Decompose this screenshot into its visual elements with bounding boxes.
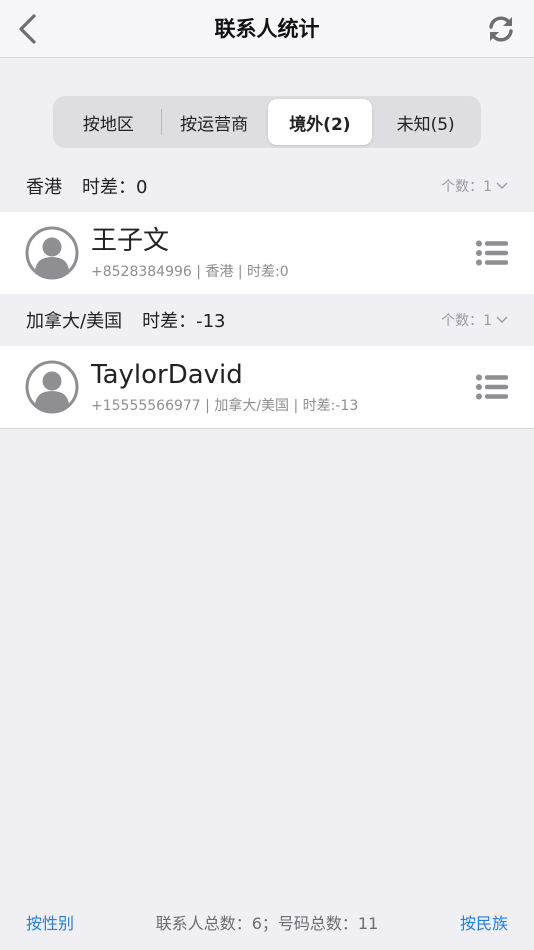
group-time-offset: 时差：0 (82, 177, 148, 198)
group-header: 香港 时差：0 个数：1 (0, 160, 534, 212)
group-count-label: 个数：1 (441, 179, 492, 195)
group-count-label: 个数：1 (441, 313, 492, 329)
segment-by-carrier[interactable]: 按运营商 (162, 99, 267, 145)
list-menu-icon (476, 374, 508, 400)
contact-name: TaylorDavid (91, 360, 243, 390)
refresh-button[interactable] (482, 10, 520, 48)
refresh-icon (489, 16, 513, 42)
footer-bar: 按性别 联系人总数：6；号码总数：11 按民族 (0, 894, 534, 950)
contact-details: +8528384996 | 香港 | 时差:0 (91, 264, 289, 280)
group-count-toggle[interactable]: 个数：1 (441, 176, 508, 196)
by-ethnicity-link[interactable]: 按民族 (460, 910, 508, 934)
contact-info: TaylorDavid +15555566977 | 加拿大/美国 | 时差:-… (91, 359, 472, 415)
list-menu-icon (476, 240, 508, 266)
group-time-offset: 时差：-13 (142, 311, 226, 332)
contact-name: 王子文 (91, 226, 170, 256)
avatar-placeholder-icon (25, 360, 79, 414)
contact-details: +15555566977 | 加拿大/美国 | 时差:-13 (91, 398, 359, 414)
back-button[interactable] (10, 10, 44, 48)
contact-totals: 联系人总数：6；号码总数：11 (155, 914, 379, 933)
region-filter-segmented-control: 按地区 按运营商 境外(2) 未知(5) (53, 96, 481, 148)
chevron-down-icon (496, 316, 508, 323)
navigation-bar: 联系人统计 (0, 0, 534, 58)
contact-row[interactable]: 王子文 +8528384996 | 香港 | 时差:0 (0, 212, 534, 294)
avatar-placeholder-icon (25, 226, 79, 280)
by-gender-link[interactable]: 按性别 (26, 910, 74, 934)
group-count-toggle[interactable]: 个数：1 (441, 310, 508, 330)
contact-info: 王子文 +8528384996 | 香港 | 时差:0 (91, 225, 472, 281)
contact-row[interactable]: TaylorDavid +15555566977 | 加拿大/美国 | 时差:-… (0, 346, 534, 429)
chevron-left-icon (19, 14, 36, 44)
group-region: 香港 (26, 177, 62, 198)
group-header: 加拿大/美国 时差：-13 个数：1 (0, 294, 534, 346)
contact-menu-button[interactable] (472, 233, 512, 273)
page-title: 联系人统计 (214, 17, 320, 41)
contact-menu-button[interactable] (472, 367, 512, 407)
contact-stats-screen: 联系人统计 按地区 按运营商 境外(2) 未知(5) 香港 时差：0 个数：1 (0, 0, 534, 950)
segment-by-region[interactable]: 按地区 (56, 99, 161, 145)
chevron-down-icon (496, 182, 508, 189)
segment-unknown[interactable]: 未知(5) (373, 99, 478, 145)
group-region: 加拿大/美国 (26, 311, 123, 332)
segment-overseas[interactable]: 境外(2) (267, 99, 373, 145)
